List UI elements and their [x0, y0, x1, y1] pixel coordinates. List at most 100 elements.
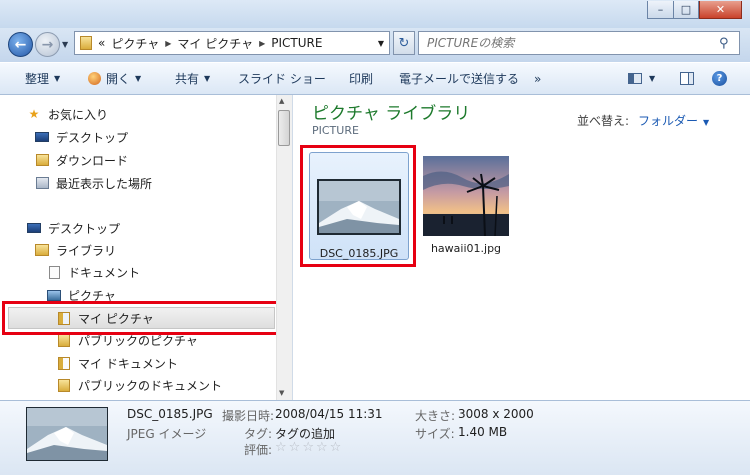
- star-rating-icon[interactable]: ☆: [330, 440, 344, 455]
- star-rating-icon[interactable]: ☆: [289, 440, 303, 455]
- refresh-icon: ↻: [398, 35, 410, 51]
- recent-pages-dropdown[interactable]: ▼: [62, 40, 68, 49]
- libraries-icon: [34, 243, 50, 257]
- nav-label: ドキュメント: [68, 265, 141, 280]
- sort-label: 並べ替え:: [577, 114, 630, 128]
- refresh-button[interactable]: ↻: [393, 31, 415, 55]
- back-arrow-icon: ←: [14, 36, 27, 53]
- rating-stars[interactable]: ☆☆☆☆☆: [275, 440, 343, 455]
- print-button[interactable]: 印刷: [349, 62, 373, 95]
- downloads-folder-icon: [34, 153, 50, 167]
- public-pictures-folder-icon: [56, 333, 72, 347]
- nav-label: ライブラリ: [56, 243, 117, 258]
- pictures-library-icon: [46, 288, 62, 302]
- nav-label: マイ ドキュメント: [78, 356, 178, 371]
- organize-label: 整理: [25, 72, 50, 86]
- print-label: 印刷: [349, 72, 374, 86]
- open-label: 開く: [106, 72, 131, 86]
- details-filename: DSC_0185.JPG: [127, 407, 213, 421]
- email-label: 電子メールで送信する: [399, 72, 520, 86]
- minimize-icon: –: [657, 3, 664, 16]
- preview-pane-icon: [680, 72, 694, 85]
- title-bar: [0, 0, 750, 28]
- folder-icon: [80, 36, 92, 50]
- my-documents-folder-icon: [56, 356, 72, 370]
- nav-scrollbar-thumb[interactable]: [278, 110, 290, 146]
- date-taken-value: 2008/04/15 11:31: [275, 407, 383, 421]
- chevron-down-icon: ▼: [135, 74, 142, 83]
- size-value: 1.40 MB: [458, 425, 508, 439]
- open-button[interactable]: 開く ▼: [88, 62, 141, 95]
- search-box[interactable]: ⚲: [418, 31, 740, 55]
- desktop-icon: [34, 130, 50, 144]
- maximize-icon: □: [680, 3, 692, 16]
- star-icon: ★: [28, 107, 40, 121]
- scroll-up-icon[interactable]: ▲: [279, 97, 284, 105]
- close-icon: ✕: [715, 3, 726, 16]
- nav-item-favorites[interactable]: ★ お気に入り: [26, 104, 108, 124]
- nav-item-public-documents[interactable]: パブリックのドキュメント: [56, 375, 222, 395]
- share-button[interactable]: 共有 ▼: [175, 62, 210, 95]
- library-title: ピクチャ ライブラリ: [312, 104, 471, 124]
- photo-thumbnail: [423, 156, 509, 236]
- preview-pane-button[interactable]: [680, 62, 694, 95]
- details-thumbnail: [26, 407, 108, 461]
- star-rating-icon[interactable]: ☆: [316, 440, 330, 455]
- slideshow-button[interactable]: スライド ショー: [238, 62, 326, 95]
- nav-item-desktop[interactable]: デスクトップ: [26, 218, 120, 238]
- organize-button[interactable]: 整理 ▼: [25, 62, 60, 95]
- close-button[interactable]: ✕: [699, 1, 742, 19]
- my-pictures-highlight: [2, 301, 282, 335]
- address-dropdown-icon[interactable]: ▼: [378, 39, 384, 48]
- help-button[interactable]: ?: [712, 62, 727, 95]
- nav-item-downloads[interactable]: ダウンロード: [34, 150, 128, 170]
- rating-label: 評価:: [244, 443, 273, 457]
- details-filetype: JPEG イメージ: [127, 427, 207, 441]
- forward-arrow-icon: →: [41, 36, 54, 53]
- date-taken-label: 撮影日時:: [222, 409, 275, 423]
- file-item[interactable]: hawaii01.jpg: [416, 152, 516, 260]
- maximize-button[interactable]: □: [673, 1, 699, 19]
- search-input[interactable]: [419, 35, 719, 51]
- more-label: »: [534, 71, 542, 86]
- nav-label: デスクトップ: [56, 130, 129, 145]
- slideshow-label: スライド ショー: [238, 72, 326, 86]
- nav-label: デスクトップ: [48, 221, 121, 236]
- breadcrumb-picture[interactable]: PICTURE: [271, 36, 322, 50]
- scroll-down-icon[interactable]: ▼: [279, 389, 284, 397]
- nav-item-desktop-favorite[interactable]: デスクトップ: [34, 127, 128, 147]
- forward-button[interactable]: →: [35, 32, 60, 57]
- nav-label: ダウンロード: [56, 153, 129, 168]
- share-label: 共有: [175, 72, 200, 86]
- minimize-button[interactable]: –: [647, 1, 674, 19]
- address-bar[interactable]: « ピクチャ ▶ マイ ピクチャ ▶ PICTURE ▼: [74, 31, 390, 55]
- sort-value: フォルダー: [638, 114, 699, 128]
- breadcrumb-pictures[interactable]: ピクチャ: [111, 35, 159, 52]
- nav-label: 最近表示した場所: [56, 176, 153, 191]
- star-rating-icon[interactable]: ☆: [275, 440, 289, 455]
- documents-icon: [46, 265, 62, 279]
- dimensions-label: 大きさ:: [415, 409, 456, 423]
- nav-item-documents[interactable]: ドキュメント: [46, 262, 140, 282]
- nav-item-my-documents[interactable]: マイ ドキュメント: [56, 353, 178, 373]
- tags-label: タグ:: [244, 427, 273, 441]
- nav-item-recent-places[interactable]: 最近表示した場所: [34, 173, 152, 193]
- public-documents-folder-icon: [56, 378, 72, 392]
- sort-dropdown[interactable]: フォルダー ▼: [638, 112, 709, 129]
- chevron-down-icon: ▼: [204, 74, 211, 83]
- nav-item-libraries[interactable]: ライブラリ: [34, 240, 116, 260]
- dimensions-value: 3008 x 2000: [458, 407, 534, 421]
- chevron-right-icon[interactable]: ▶: [165, 39, 171, 48]
- breadcrumb-my-pictures[interactable]: マイ ピクチャ: [177, 35, 253, 52]
- star-rating-icon[interactable]: ☆: [302, 440, 316, 455]
- size-label: サイズ:: [415, 427, 455, 441]
- chevron-right-icon[interactable]: ▶: [259, 39, 265, 48]
- desktop-icon: [26, 221, 42, 235]
- selected-file-highlight: [300, 145, 416, 267]
- change-view-button[interactable]: ▼: [628, 62, 655, 95]
- email-button[interactable]: 電子メールで送信する: [399, 62, 519, 95]
- more-commands-button[interactable]: »: [534, 62, 541, 95]
- search-icon[interactable]: ⚲: [719, 36, 729, 51]
- address-overflow[interactable]: «: [98, 36, 105, 50]
- back-button[interactable]: ←: [8, 32, 33, 57]
